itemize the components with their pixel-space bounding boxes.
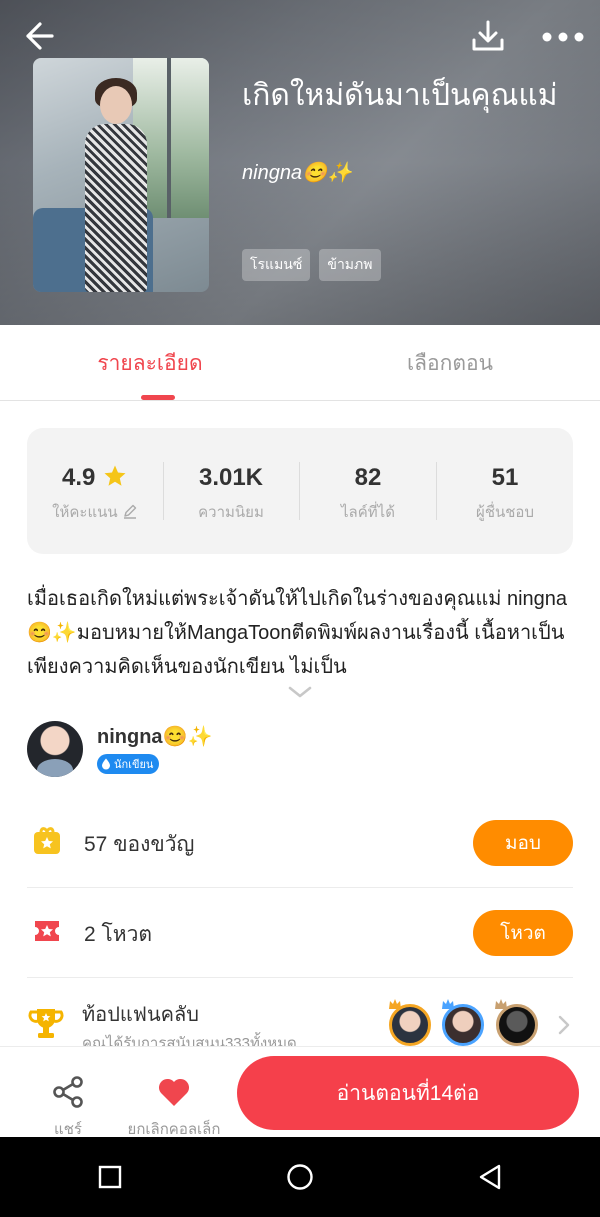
download-button[interactable] (464, 14, 512, 58)
heart-icon (158, 1078, 190, 1106)
share-button[interactable]: แชร์ (40, 1061, 96, 1138)
likes-label: ไลค์ที่ได้ (341, 504, 395, 521)
vote-row: 2 โหวต โหวต (27, 888, 573, 978)
trophy-icon (28, 1009, 64, 1038)
continue-reading-button[interactable]: อ่านตอนที่14ต่อ (237, 1056, 579, 1130)
genre-tag[interactable]: ข้ามภพ (319, 249, 381, 281)
tab-details[interactable]: รายละเอียด (0, 325, 300, 401)
back-nav-button[interactable] (470, 1157, 510, 1197)
system-navigation-bar (0, 1137, 600, 1217)
bottom-action-bar: แชร์ ยกเลิกคอลเล็ก อ่านตอนที่14ต่อ (0, 1046, 600, 1138)
square-icon (98, 1165, 122, 1189)
arrow-left-icon (26, 22, 54, 50)
book-title: เกิดใหม่ดันมาเป็นคุณแม่ (242, 79, 558, 112)
crown-icon (389, 999, 401, 1009)
gift-row: 57 ของขวัญ มอบ (27, 798, 573, 888)
book-description: เมื่อเธอเกิดใหม่แต่พระเจ้าดันให้ไปเกิดใน… (27, 588, 568, 678)
crown-icon (442, 999, 454, 1009)
pencil-icon (123, 504, 137, 519)
fans-label: ผู้ชื่นชอบ (476, 504, 534, 521)
droplet-icon (102, 758, 110, 770)
popularity-value: 3.01K (198, 464, 264, 491)
rating-label: ให้คะแนน (52, 504, 118, 521)
stat-likes: 82 ไลค์ที่ได้ (300, 428, 436, 554)
writer-badge-label: นักเขียน (114, 759, 154, 771)
fan-club-title[interactable]: ท้อปแฟนคลับ (82, 998, 199, 1030)
ticket-icon (35, 921, 59, 941)
chevron-right-icon[interactable] (557, 1014, 571, 1036)
crown-icon (495, 999, 507, 1009)
chevron-down-icon[interactable] (287, 684, 313, 702)
tab-episodes[interactable]: เลือกตอน (300, 325, 600, 401)
genre-tags: โรแมนซ์ ข้ามภพ (242, 249, 381, 281)
stats-panel: 4.9 ให้คะแนน 3.01K ความนิยม 82 ไลค์ที่ได… (27, 428, 573, 554)
recent-apps-button[interactable] (90, 1157, 130, 1197)
vote-button[interactable]: โหวต (473, 910, 573, 956)
fan-avatar[interactable] (442, 1004, 484, 1046)
home-button[interactable] (280, 1157, 320, 1197)
book-header: เกิดใหม่ดันมาเป็นคุณแม่ ningna😊✨ โรแมนซ์… (0, 0, 600, 325)
vote-count: 2 โหวต (84, 923, 153, 946)
active-tab-indicator (141, 395, 175, 400)
author-name[interactable]: ningna😊✨ (97, 724, 212, 749)
fan-avatar[interactable] (496, 1004, 538, 1046)
uncollect-button[interactable]: ยกเลิกคอลเล็ก (118, 1061, 230, 1138)
circle-icon (287, 1164, 313, 1190)
more-dots-icon (542, 32, 584, 42)
author-avatar[interactable] (27, 721, 83, 777)
give-gift-button[interactable]: มอบ (473, 820, 573, 866)
stat-fans: 51 ผู้ชื่นชอบ (437, 428, 573, 554)
rating-label-row: ให้คะแนน (27, 500, 163, 524)
star-icon (104, 465, 126, 486)
tab-bar: รายละเอียด เลือกตอน (0, 325, 600, 401)
gift-icon (34, 827, 60, 854)
download-icon (472, 20, 504, 51)
gift-count: 57 ของขวัญ (84, 833, 195, 856)
book-cover-image (33, 58, 209, 292)
stat-rating[interactable]: 4.9 ให้คะแนน (27, 428, 163, 554)
likes-value: 82 (354, 464, 382, 491)
fan-avatar[interactable] (389, 1004, 431, 1046)
more-options-button[interactable] (535, 18, 591, 56)
rating-value: 4.9 (61, 464, 96, 491)
share-icon (53, 1076, 83, 1108)
header-author-name[interactable]: ningna😊✨ (242, 160, 352, 185)
stat-popularity: 3.01K ความนิยม (163, 428, 299, 554)
genre-tag[interactable]: โรแมนซ์ (242, 249, 311, 281)
popularity-label: ความนิยม (198, 504, 264, 521)
back-button[interactable] (14, 14, 62, 58)
fans-value: 51 (491, 464, 519, 491)
rating-value-row: 4.9 (27, 464, 163, 492)
triangle-back-icon (479, 1164, 501, 1190)
writer-badge: นักเขียน (97, 754, 160, 774)
